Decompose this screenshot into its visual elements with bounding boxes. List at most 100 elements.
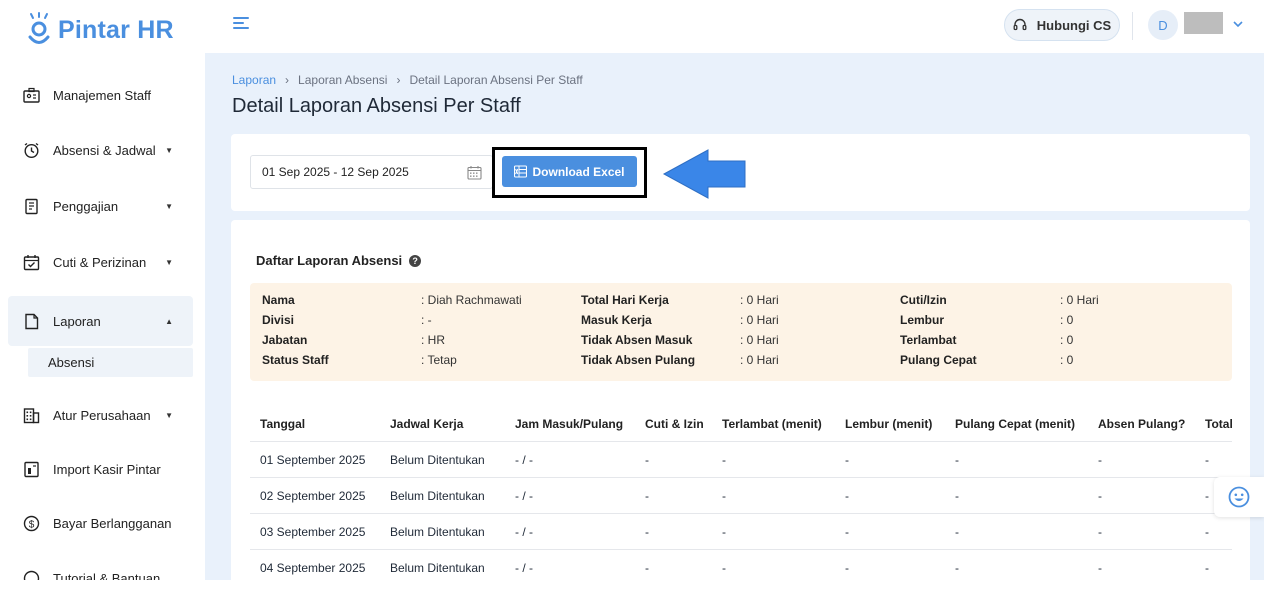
- sidebar-item-laporan[interactable]: Laporan ▲: [8, 296, 193, 346]
- column-header[interactable]: Lembur (menit): [845, 406, 932, 442]
- table-row: 04 September 2025 Belum Ditentukan - / -…: [250, 550, 1232, 580]
- table-cell: 04 September 2025: [260, 561, 366, 575]
- info-tidak-absen-masuk: Tidak Absen Masuk: [581, 330, 692, 350]
- sidebar-item-manajemen-staff[interactable]: Manajemen Staff: [8, 70, 193, 120]
- info-jabatan: Jabatan: [262, 330, 307, 350]
- sidebar-item-bayar-berlangganan[interactable]: $ Bayar Berlangganan: [8, 498, 193, 548]
- column-header[interactable]: Total: [1205, 406, 1233, 442]
- info-label: Lembur: [900, 313, 945, 327]
- info-label: Nama: [262, 293, 295, 307]
- caret-down-icon: ▼: [165, 145, 173, 155]
- avatar[interactable]: D: [1148, 10, 1178, 40]
- column-header[interactable]: Jam Masuk/Pulang: [515, 406, 623, 442]
- info-value: : 0 Hari: [740, 353, 779, 367]
- help-icon[interactable]: ?: [409, 254, 422, 267]
- table-cell: -: [645, 561, 649, 575]
- table-cell: -: [955, 489, 959, 503]
- sidebar-item-cuti-perizinan[interactable]: Cuti & Perizinan ▼: [8, 237, 193, 287]
- sidebar-item-atur-perusahaan[interactable]: Atur Perusahaan ▼: [8, 390, 193, 440]
- table-cell: -: [1098, 561, 1102, 575]
- info-tidak-absen-masuk-value: : 0 Hari: [740, 330, 779, 350]
- calendar-icon: [467, 166, 482, 180]
- table-cell: -: [722, 561, 726, 575]
- table-cell: -: [1205, 561, 1209, 575]
- column-header[interactable]: Tanggal: [260, 406, 305, 442]
- table-cell: -: [1098, 489, 1102, 503]
- section-title: Daftar Laporan Absensi ?: [256, 253, 422, 268]
- info-label: Divisi: [262, 313, 295, 327]
- brand-logo[interactable]: Pintar HR: [24, 12, 174, 48]
- user-name-redacted: [1184, 12, 1223, 34]
- sidebar-item-label: Laporan: [53, 313, 101, 329]
- table-cell: - / -: [515, 561, 533, 575]
- table-cell: - / -: [515, 525, 533, 539]
- table-cell: -: [1098, 525, 1102, 539]
- table-cell: - / -: [515, 489, 533, 503]
- table-cell: -: [955, 561, 959, 575]
- sidebar-item-tutorial-bantuan[interactable]: Tutorial & Bantuan: [8, 553, 193, 580]
- chevron-down-icon[interactable]: [1232, 18, 1244, 30]
- app-root: Pintar HR Manajemen Staff Absensi & Jadw…: [0, 0, 1264, 609]
- breadcrumb-item-current: Detail Laporan Absensi Per Staff: [409, 73, 583, 87]
- caret-down-icon: ▼: [165, 410, 173, 420]
- info-status-value: : Tetap: [421, 350, 457, 370]
- info-value: : Diah Rachmawati: [421, 293, 522, 307]
- info-masuk-kerja: Masuk Kerja: [581, 310, 652, 330]
- breadcrumb-item-laporan[interactable]: Laporan: [232, 73, 276, 87]
- info-nama: Nama: [262, 290, 295, 310]
- column-header[interactable]: Absen Pulang?: [1098, 406, 1185, 442]
- sidebar-item-import-kasir-pintar[interactable]: Import Kasir Pintar: [8, 444, 193, 494]
- date-range-input[interactable]: 01 Sep 2025 - 12 Sep 2025: [250, 155, 493, 189]
- sidebar-subitem-label: Absensi: [48, 355, 95, 370]
- info-value: : 0 Hari: [740, 333, 779, 347]
- info-lembur-value: : 0: [1060, 310, 1073, 330]
- sidebar-item-absensi-jadwal[interactable]: Absensi & Jadwal ▼: [8, 125, 193, 175]
- info-value: : Tetap: [421, 353, 457, 367]
- logo-icon: [28, 12, 50, 44]
- table-cell: -: [845, 489, 849, 503]
- info-value: : 0 Hari: [740, 293, 779, 307]
- sidebar: Pintar HR Manajemen Staff Absensi & Jadw…: [0, 0, 205, 580]
- sidebar-item-label: Bayar Berlangganan: [53, 515, 172, 531]
- sidebar-subitem-absensi[interactable]: Absensi: [28, 348, 193, 377]
- table-cell: -: [845, 561, 849, 575]
- topbar-divider: [1132, 12, 1133, 40]
- info-value: : HR: [421, 333, 445, 347]
- info-label: Terlambat: [900, 333, 957, 347]
- info-value: : 0: [1060, 313, 1074, 327]
- info-tidak-absen-pulang-value: : 0 Hari: [740, 350, 779, 370]
- sidebar-item-label: Manajemen Staff: [53, 87, 152, 103]
- contact-cs-button[interactable]: Hubungi CS: [1004, 9, 1120, 41]
- sidebar-item-label: Cuti & Perizinan: [53, 254, 147, 270]
- table-cell: Belum Ditentukan: [390, 525, 485, 539]
- excel-icon: [514, 165, 528, 178]
- staff-id-icon: [22, 86, 40, 104]
- sidebar-item-label: Absensi & Jadwal: [53, 142, 156, 158]
- info-pulang-cepat: Pulang Cepat: [900, 350, 977, 370]
- contact-cs-label: Hubungi CS: [1036, 17, 1112, 33]
- column-header[interactable]: Jadwal Kerja: [390, 406, 463, 442]
- date-range-value: 01 Sep 2025 - 12 Sep 2025: [262, 165, 409, 179]
- topbar: Hubungi CS D: [205, 0, 1264, 53]
- menu-toggle-icon[interactable]: [233, 17, 249, 31]
- table-cell: -: [1205, 525, 1209, 539]
- column-header[interactable]: Terlambat (menit): [722, 406, 822, 442]
- table-header: Tanggal Jadwal Kerja Jam Masuk/Pulang Cu…: [250, 406, 1233, 442]
- table-cell: Belum Ditentukan: [390, 453, 485, 467]
- breadcrumb-item-laporan-absensi[interactable]: Laporan Absensi: [298, 73, 387, 87]
- table-cell: -: [645, 525, 649, 539]
- info-label: Jabatan: [262, 333, 308, 347]
- svg-text:$: $: [28, 519, 34, 530]
- column-header[interactable]: Pulang Cepat (menit): [955, 406, 1075, 442]
- info-masuk-kerja-value: : 0 Hari: [740, 310, 779, 330]
- sidebar-item-penggajian[interactable]: Penggajian ▼: [8, 181, 193, 231]
- table-cell: -: [845, 453, 849, 467]
- info-total-hari-value: : 0 Hari: [740, 290, 779, 310]
- help-icon: [22, 569, 40, 580]
- report-icon: [22, 312, 40, 330]
- download-excel-button[interactable]: Download Excel: [502, 156, 637, 187]
- feedback-widget[interactable]: [1214, 477, 1264, 517]
- info-label: Status Staff: [262, 353, 329, 367]
- column-header[interactable]: Cuti & Izin: [645, 406, 704, 442]
- clock-icon: [22, 141, 40, 159]
